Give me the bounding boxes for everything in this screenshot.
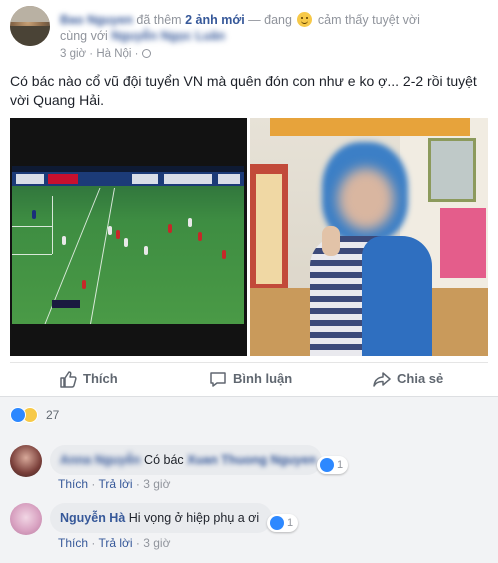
comment-icon [210,372,226,387]
comment-reply-link[interactable]: Trả lời [98,536,132,550]
feeling-prefix: — đang [248,13,292,27]
post-action-bar: Thích Bình luận Chia sẻ [10,362,488,392]
reaction-count: 27 [46,408,60,422]
author-avatar[interactable] [10,6,50,46]
post-header-line: Bao Nguyen đã thêm 2 ảnh mới — đang cảm … [60,12,490,44]
photo-football-tv[interactable] [10,118,247,356]
comment-bubble: Anna Nguyễn Có bác Xuan Thuong Nguyen [50,445,322,475]
comment-text: Có bác [144,453,184,467]
thumbs-up-icon [60,371,77,388]
comment-like-link[interactable]: Thích [58,477,88,491]
post-time[interactable]: 3 giờ [60,48,86,60]
comment-reply-link[interactable]: Trả lời [98,477,132,491]
post-meta: 3 giờ · Hà Nội · [60,48,151,60]
comment-reaction-badge[interactable]: 1 [267,514,299,532]
comment-author[interactable]: Nguyễn Hà [60,511,125,525]
post-card: Bao Nguyen đã thêm 2 ảnh mới — đang cảm … [0,0,498,563]
photo-child[interactable] [250,118,488,356]
with-prefix: cùng với [60,29,108,43]
feeling-text: cảm thấy tuyệt vời [317,13,420,27]
like-icon [270,516,284,530]
post-location[interactable]: Hà Nội [96,48,131,60]
comment-text: Hi vọng ở hiệp phụ a ơi [128,511,260,525]
comment-like-link[interactable]: Thích [58,536,88,550]
comment-label: Bình luận [233,371,293,386]
comments-section: 27 Anna Nguyễn Có bác Xuan Thuong Nguyen… [0,397,498,563]
comment-reaction-count: 1 [337,459,344,471]
like-icon [10,407,26,423]
photo-grid [10,118,488,356]
share-icon [373,372,391,387]
comment-avatar[interactable] [10,503,42,535]
like-label: Thích [83,371,118,386]
smile-emoji-icon [297,12,313,27]
globe-icon [141,49,151,58]
post-header: Bao Nguyen đã thêm 2 ảnh mới — đang cảm … [10,6,490,64]
comment-meta: Thích · Trả lời · 3 giờ [58,536,171,550]
comment-time[interactable]: 3 giờ [143,477,170,491]
action-text: đã thêm [136,13,182,27]
tagged-friend-name[interactable]: Nguyễn Ngọc Luân [111,29,225,43]
comment-reaction-badge[interactable]: 1 [317,456,349,474]
like-icon [320,458,334,472]
share-label: Chia sẻ [397,371,444,386]
comment-time[interactable]: 3 giờ [143,536,170,550]
comment-mention[interactable]: Xuan Thuong Nguyen [187,453,316,467]
photo-count-link[interactable]: 2 ảnh mới [185,13,245,27]
comment-avatar[interactable] [10,445,42,477]
comment-bubble: Nguyễn Hà Hi vọng ở hiệp phụ a ơi [50,503,272,533]
comment-reaction-count: 1 [287,517,294,529]
post-text: Có bác nào cổ vũ đội tuyển VN mà quên đó… [10,73,477,108]
comment-author[interactable]: Anna Nguyễn [60,453,141,467]
comment-meta: Thích · Trả lời · 3 giờ [58,477,171,491]
author-name[interactable]: Bao Nguyen [60,13,133,27]
